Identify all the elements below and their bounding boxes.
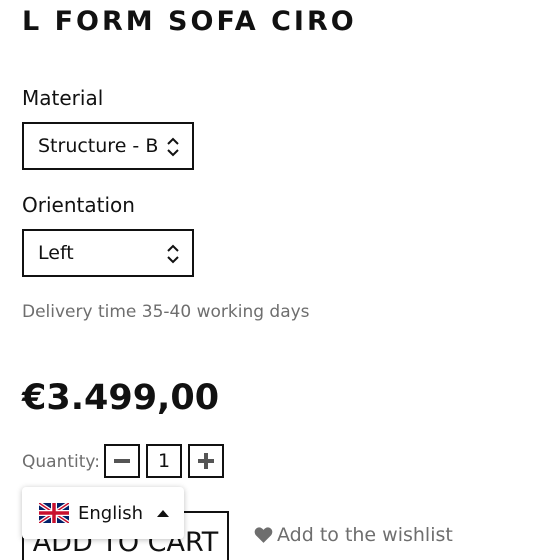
orientation-select[interactable]: Left — [22, 229, 194, 277]
material-label: Material — [22, 86, 104, 110]
wishlist-label: Add to the wishlist — [277, 524, 453, 546]
quantity-decrease-button[interactable] — [104, 444, 140, 478]
add-to-wishlist-link[interactable]: Add to the wishlist — [254, 524, 453, 546]
language-switcher[interactable]: English — [22, 487, 184, 539]
heart-icon — [254, 527, 273, 543]
orientation-select-value: Left — [38, 242, 74, 264]
product-price: €3.499,00 — [22, 378, 220, 418]
quantity-label: Quantity: — [22, 452, 100, 472]
product-title: L FORM SOFA CIRO — [22, 6, 357, 37]
delivery-time: Delivery time 35-40 working days — [22, 302, 310, 322]
chevron-up-down-icon — [167, 244, 179, 264]
material-select-value: Structure - Be — [38, 135, 158, 157]
uk-flag-icon — [39, 503, 69, 523]
caret-up-icon — [157, 510, 169, 517]
quantity-input[interactable]: 1 — [146, 444, 182, 478]
chevron-up-down-icon — [167, 137, 179, 157]
material-select[interactable]: Structure - Be — [22, 122, 194, 170]
minus-icon — [114, 459, 130, 463]
plus-icon — [198, 453, 214, 469]
product-page: L FORM SOFA CIRO Material Structure - Be… — [0, 0, 560, 560]
orientation-label: Orientation — [22, 193, 135, 217]
quantity-increase-button[interactable] — [188, 444, 224, 478]
language-label: English — [78, 502, 143, 524]
